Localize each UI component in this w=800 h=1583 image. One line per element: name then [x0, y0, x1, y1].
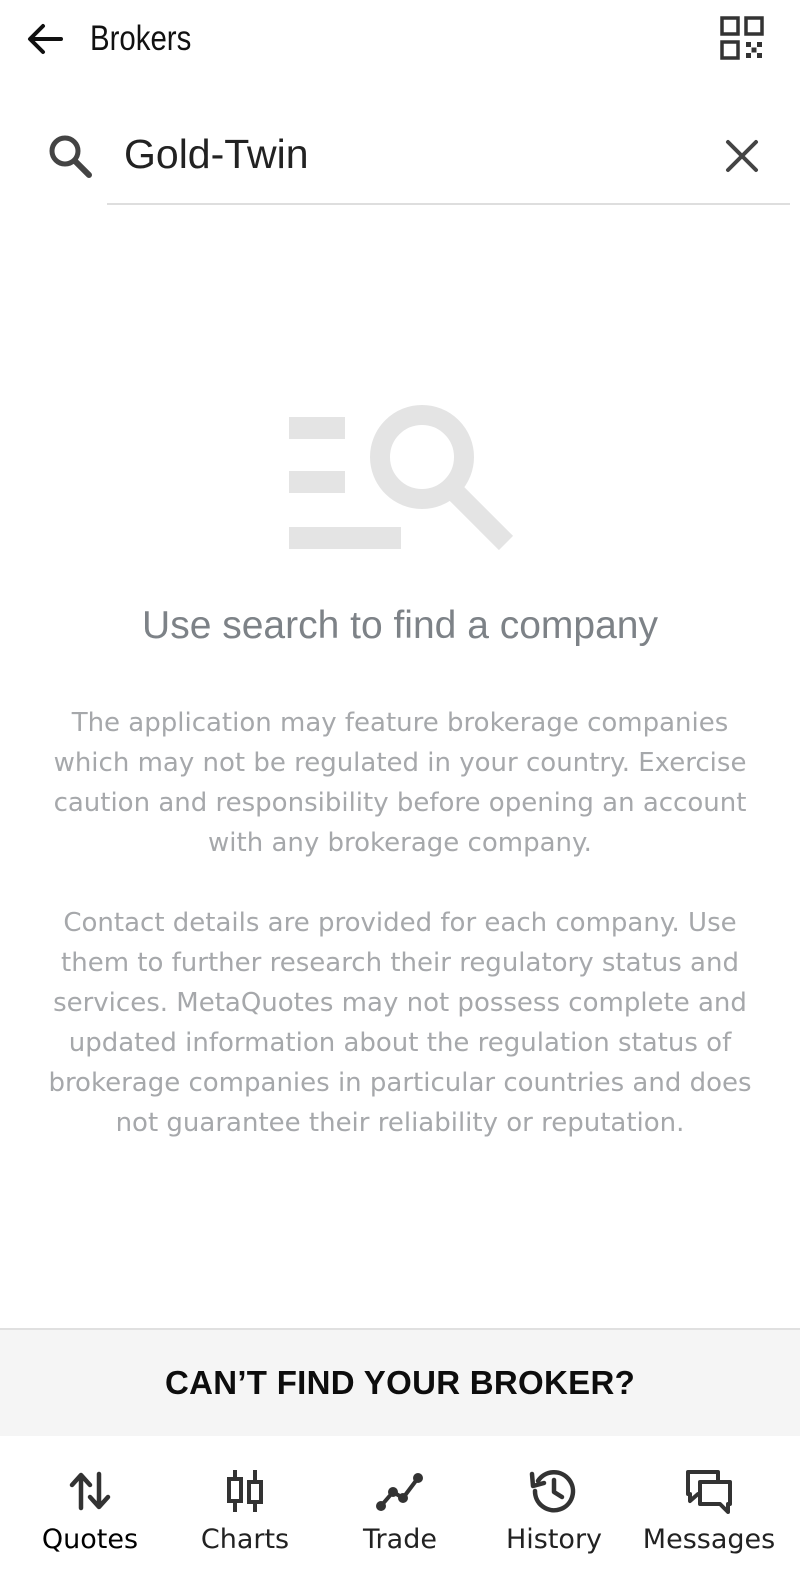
cant-find-broker-label: CAN’T FIND YOUR BROKER?	[164, 1364, 636, 1401]
cant-find-broker-button[interactable]: CAN’T FIND YOUR BROKER?	[0, 1328, 800, 1436]
clear-search-button[interactable]	[714, 128, 770, 184]
candlestick-icon	[227, 1470, 263, 1512]
chat-bubbles-icon	[686, 1470, 732, 1514]
nav-label-messages: Messages	[642, 1524, 776, 1555]
quotes-arrows-icon	[69, 1471, 111, 1511]
search-icon	[49, 135, 92, 178]
nav-item-history[interactable]: History	[474, 1436, 634, 1583]
nav-label-trade: Trade	[363, 1524, 437, 1555]
search-input[interactable]	[124, 124, 694, 184]
disclaimer-regulation: The application may feature brokerage co…	[53, 708, 747, 858]
trend-line-icon	[376, 1473, 423, 1511]
search-bar	[0, 108, 800, 208]
app-bar: Brokers	[0, 0, 800, 80]
nav-label-quotes: Quotes	[41, 1524, 139, 1555]
nav-item-messages[interactable]: Messages	[629, 1436, 789, 1583]
close-icon	[726, 140, 758, 172]
nav-label-history: History	[505, 1524, 603, 1555]
nav-label-charts: Charts	[200, 1524, 290, 1555]
page-title: Brokers	[90, 19, 192, 58]
search-list-icon	[289, 405, 514, 551]
nav-item-trade[interactable]: Trade	[320, 1436, 480, 1583]
bottom-navigation: Quotes Charts Trade History Messages	[0, 1436, 800, 1583]
back-button[interactable]	[20, 14, 70, 64]
search-underline	[107, 203, 790, 205]
history-clock-icon	[529, 1470, 576, 1513]
nav-item-quotes[interactable]: Quotes	[10, 1436, 170, 1583]
qr-code-button[interactable]	[714, 10, 770, 66]
disclaimer-contact-details: Contact details are provided for each co…	[48, 908, 752, 1138]
nav-item-charts[interactable]: Charts	[165, 1436, 325, 1583]
arrow-left-icon	[28, 24, 63, 54]
empty-state-title: Use search to find a company	[142, 604, 658, 647]
qr-code-icon	[720, 16, 764, 60]
